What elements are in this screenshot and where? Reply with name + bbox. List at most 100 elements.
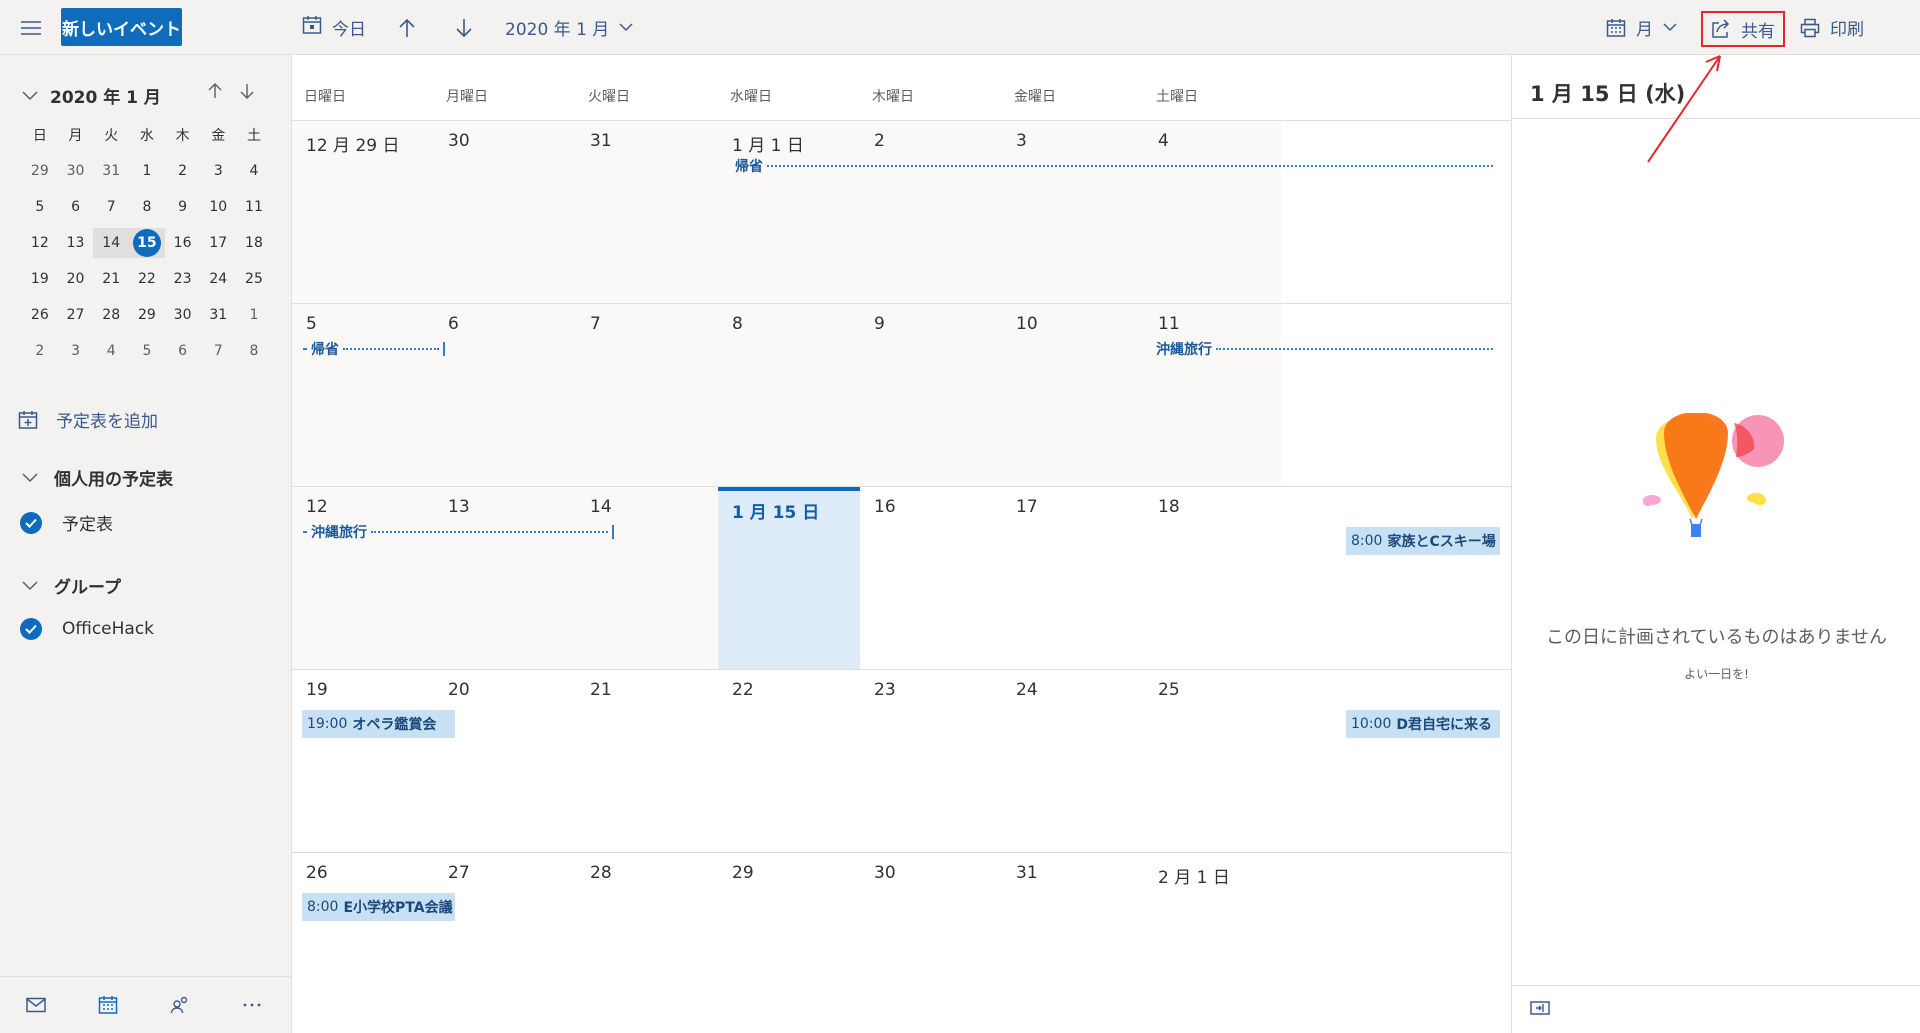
mini-day[interactable]: 29 <box>129 300 165 330</box>
mini-day[interactable]: 22 <box>129 264 165 294</box>
day-cell[interactable]: 19 <box>292 670 434 853</box>
mini-day[interactable]: 20 <box>58 264 94 294</box>
day-cell[interactable]: 31 <box>576 121 718 304</box>
day-cell[interactable]: 20 <box>434 670 576 853</box>
day-cell[interactable]: 9 <box>860 304 1002 487</box>
day-cell[interactable]: 6 <box>434 304 576 487</box>
day-cell[interactable]: 23 <box>860 670 1002 853</box>
day-cell[interactable]: 13 <box>434 487 576 670</box>
day-cell[interactable]: 27 <box>434 853 576 1033</box>
mini-day[interactable]: 29 <box>22 156 58 186</box>
share-button[interactable]: 共有 <box>1701 11 1785 47</box>
mini-day[interactable]: 14 <box>93 228 130 258</box>
mini-day[interactable]: 31 <box>200 300 236 330</box>
mini-day[interactable]: 31 <box>93 156 129 186</box>
new-event-button[interactable]: 新しいイベント <box>61 8 182 46</box>
multi-day-event-bar[interactable]: 沖縄旅行 <box>1156 339 1493 359</box>
mini-day[interactable]: 7 <box>93 192 129 222</box>
calendar-event[interactable]: 8:00 E小学校PTA会議 <box>302 893 455 921</box>
today-button[interactable]: 今日 <box>302 0 366 55</box>
view-switcher[interactable]: 月 <box>1606 0 1677 55</box>
mini-day[interactable]: 2 <box>22 336 58 366</box>
mini-day[interactable]: 12 <box>22 228 58 258</box>
day-cell[interactable]: 7 <box>576 304 718 487</box>
day-cell[interactable]: 22 <box>718 670 860 853</box>
day-cell[interactable]: 21 <box>576 670 718 853</box>
mini-day[interactable]: 15 <box>129 228 165 258</box>
calendar-event[interactable]: 10:00 D君自宅に来る <box>1346 710 1500 738</box>
mini-day[interactable]: 17 <box>200 228 236 258</box>
mini-day[interactable]: 16 <box>165 228 201 258</box>
multi-day-event-bar[interactable]: 帰省 <box>303 339 445 359</box>
mini-day[interactable]: 6 <box>58 192 94 222</box>
mini-day[interactable]: 3 <box>58 336 94 366</box>
day-cell[interactable]: 30 <box>434 121 576 304</box>
print-button[interactable]: 印刷 <box>1800 0 1864 55</box>
day-cell[interactable]: 12 月 29 日 <box>292 121 434 304</box>
mini-day[interactable]: 5 <box>22 192 58 222</box>
arrow-up-icon[interactable] <box>208 83 222 99</box>
mini-day[interactable]: 18 <box>236 228 272 258</box>
mini-day[interactable]: 5 <box>129 336 165 366</box>
calendar-item[interactable]: 予定表 <box>20 510 113 535</box>
collapse-pane-icon[interactable] <box>1530 1000 1550 1020</box>
checkmark-icon[interactable] <box>20 618 42 640</box>
mini-day[interactable]: 4 <box>93 336 129 366</box>
mini-day[interactable]: 27 <box>58 300 94 330</box>
day-cell[interactable]: 16 <box>860 487 1002 670</box>
mini-day[interactable]: 1 <box>236 300 272 330</box>
arrow-down-icon[interactable] <box>240 83 254 99</box>
day-cell[interactable]: 26 <box>292 853 434 1033</box>
day-cell[interactable]: 31 <box>1002 853 1144 1033</box>
mini-day[interactable]: 24 <box>200 264 236 294</box>
day-cell[interactable]: 24 <box>1002 670 1144 853</box>
day-cell[interactable]: 11 <box>1144 304 1281 487</box>
day-cell[interactable]: 17 <box>1002 487 1144 670</box>
day-cell[interactable]: 5 <box>292 304 434 487</box>
mini-day[interactable]: 6 <box>165 336 201 366</box>
mini-day[interactable]: 2 <box>165 156 201 186</box>
group-item-officehack[interactable]: OfficeHack <box>20 618 154 640</box>
mini-day[interactable]: 26 <box>22 300 58 330</box>
groups-group[interactable]: グループ <box>22 573 121 598</box>
mini-day[interactable]: 30 <box>58 156 94 186</box>
mini-day[interactable]: 8 <box>236 336 272 366</box>
day-cell[interactable]: 29 <box>718 853 860 1033</box>
calendar-app-icon[interactable] <box>72 995 144 1015</box>
multi-day-event-bar[interactable]: 沖縄旅行 <box>303 522 614 542</box>
day-cell-today[interactable]: 1 月 15 日 <box>718 487 860 670</box>
add-calendar-link[interactable]: 予定表を追加 <box>18 407 158 432</box>
previous-month-button[interactable] <box>398 0 416 55</box>
day-cell[interactable]: 18 <box>1144 487 1281 670</box>
day-cell[interactable]: 10 <box>1002 304 1144 487</box>
month-picker[interactable]: 2020 年 1 月 <box>505 0 633 55</box>
more-icon[interactable] <box>216 1002 288 1008</box>
next-month-button[interactable] <box>455 0 473 55</box>
mini-day[interactable]: 7 <box>200 336 236 366</box>
day-cell[interactable]: 12 <box>292 487 434 670</box>
calendar-event[interactable]: 8:00 家族とCスキー場 <box>1346 527 1500 555</box>
mini-day[interactable]: 28 <box>93 300 129 330</box>
mini-day[interactable]: 19 <box>22 264 58 294</box>
people-icon[interactable] <box>144 995 216 1015</box>
mini-day[interactable]: 21 <box>93 264 129 294</box>
mini-day[interactable]: 1 <box>129 156 165 186</box>
mini-day[interactable]: 3 <box>200 156 236 186</box>
mini-day[interactable]: 25 <box>236 264 272 294</box>
personal-calendars-group[interactable]: 個人用の予定表 <box>22 465 173 490</box>
mini-day[interactable]: 13 <box>58 228 94 258</box>
day-cell[interactable]: 8 <box>718 304 860 487</box>
day-cell[interactable]: 2 <box>860 121 1002 304</box>
mini-day[interactable]: 30 <box>165 300 201 330</box>
multi-day-event-bar[interactable]: 帰省 <box>735 156 1493 176</box>
mail-icon[interactable] <box>0 997 72 1013</box>
day-cell[interactable]: 2 月 1 日 <box>1144 853 1281 1033</box>
checkmark-icon[interactable] <box>20 511 42 534</box>
day-cell[interactable]: 28 <box>576 853 718 1033</box>
mini-day[interactable]: 23 <box>165 264 201 294</box>
hamburger-menu-icon[interactable] <box>16 0 46 55</box>
day-cell[interactable]: 14 <box>576 487 718 670</box>
day-cell[interactable]: 25 <box>1144 670 1281 853</box>
calendar-event[interactable]: 19:00 オペラ鑑賞会 <box>302 710 455 738</box>
mini-calendar-header[interactable]: 2020 年 1 月 <box>22 83 161 108</box>
